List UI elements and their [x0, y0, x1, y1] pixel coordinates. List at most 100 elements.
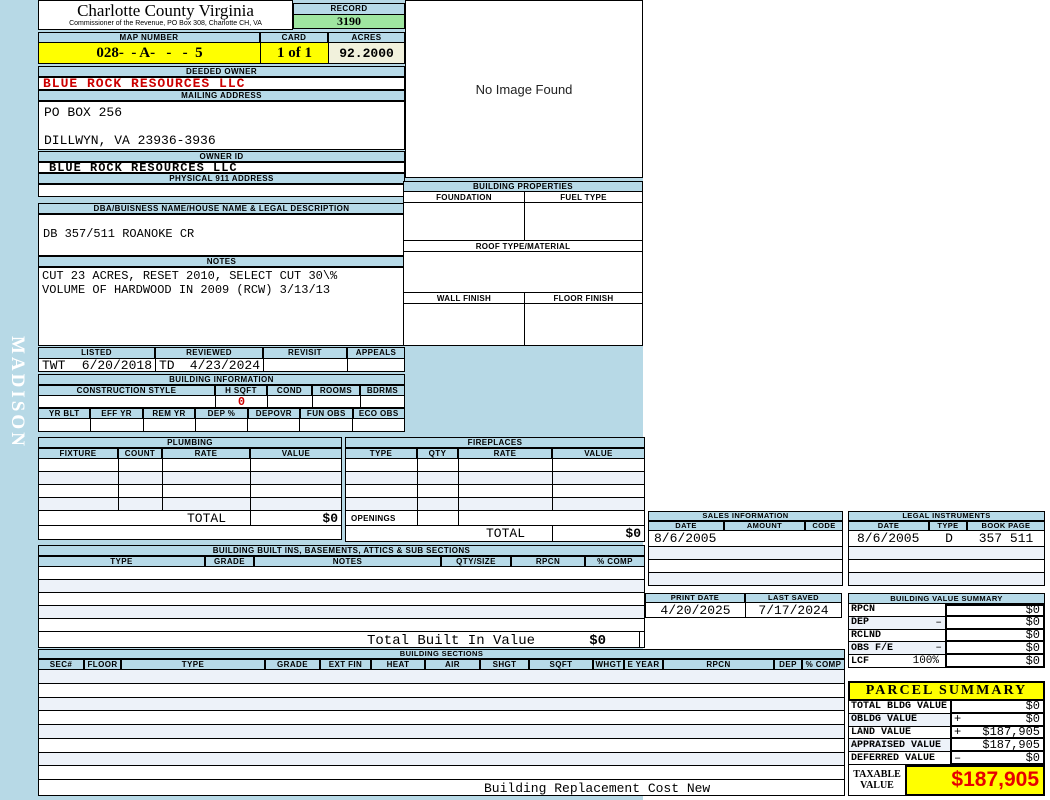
rem-yr-header: REM YR [142, 408, 196, 419]
empty-cell [248, 419, 301, 431]
plumbing-row [39, 498, 341, 511]
empty-cell [346, 459, 418, 471]
plumbing-total-label: TOTAL [163, 511, 251, 525]
built-ins-col-rpcn: RPCN [511, 556, 585, 567]
empty-cell [206, 619, 255, 631]
built-ins-row [39, 580, 644, 593]
built-ins-row [39, 593, 644, 606]
taxable-label-line: VALUE [860, 779, 894, 791]
construction-style-value [39, 396, 216, 407]
bdrms-header: BDRMS [360, 385, 405, 396]
empty-cell [418, 472, 459, 484]
empty-cell [39, 619, 206, 631]
empty-cell [586, 606, 644, 618]
bs-col-shgt: SHGT [480, 659, 529, 670]
empty-cell [206, 580, 255, 592]
empty-cell [553, 511, 644, 525]
sales-information-table: SALES INFORMATION DATE AMOUNT CODE 8/6/2… [648, 511, 843, 586]
fireplaces-col-qty: QTY [417, 448, 458, 459]
empty-cell [119, 472, 163, 484]
legal-col-date: DATE [848, 521, 929, 531]
parcel-value: $0 [1025, 750, 1040, 765]
empty-cell [163, 472, 251, 484]
fireplaces-col-value: VALUE [552, 448, 645, 459]
county-subtitle: Commissioner of the Revenue, PO Box 308,… [69, 20, 262, 27]
fireplaces-row [346, 472, 644, 485]
bvs-label: RCLND [851, 629, 882, 641]
construction-style-header: CONSTRUCTION STYLE [38, 385, 215, 396]
eff-yr-header: EFF YR [90, 408, 143, 419]
bs-col-grade: GRADE [265, 659, 320, 670]
listed-date: 6/20/2018 [81, 359, 152, 371]
sales-col-amount: AMOUNT [724, 521, 805, 531]
card-value: 1 of 1 [261, 43, 329, 63]
plumbing-row [39, 485, 341, 498]
sales-information-title: SALES INFORMATION [648, 511, 843, 521]
empty-cell [39, 459, 119, 471]
legal-instruments-title: LEGAL INSTRUMENTS [848, 511, 1045, 521]
eco-obs-header: ECO OBS [352, 408, 405, 419]
empty-cell [418, 511, 459, 525]
bvs-op: – [935, 642, 942, 655]
empty-cell [512, 593, 586, 605]
parcel-label: TOTAL BLDG VALUE [848, 701, 950, 714]
mailing-address-box: PO BOX 256 DILLWYN, VA 23936-3936 [38, 101, 405, 150]
taxable-value: $187,905 [905, 764, 1045, 796]
empty-cell [144, 419, 196, 431]
empty-cell [346, 485, 418, 497]
print-info-table: PRINT DATE LAST SAVED 4/20/2025 7/17/202… [645, 593, 842, 618]
empty-row [38, 526, 342, 540]
bdrms-value [361, 396, 404, 407]
empty-cell [39, 419, 92, 431]
bvs-row-rclnd: RCLND $0 [848, 628, 1045, 643]
fireplaces-col-type: TYPE [345, 448, 417, 459]
parcel-label: DEFERRED VALUE [848, 752, 950, 765]
bs-col-eyear: E YEAR [624, 659, 663, 670]
listed-by: TWT [42, 359, 66, 371]
empty-cell [39, 498, 119, 510]
empty-cell [251, 472, 341, 484]
empty-cell [346, 526, 459, 541]
cond-header: COND [267, 385, 312, 396]
legal-instruments-table: LEGAL INSTRUMENTS DATE TYPE BOOK PAGE 8/… [848, 511, 1045, 586]
foundation-value [404, 203, 525, 240]
bs-col-air: AIR [425, 659, 480, 670]
empty-cell [442, 619, 512, 631]
sales-row: 8/6/2005 [648, 531, 843, 547]
plumbing-col-value: VALUE [250, 448, 342, 459]
physical-911-header: PHYSICAL 911 ADDRESS [38, 173, 405, 184]
notes-line: VOLUME OF HARDWOOD IN 2009 (RCW) 3/13/13 [42, 283, 331, 297]
empty-cell [255, 593, 442, 605]
parcel-op: + [954, 725, 962, 739]
empty-cell [512, 580, 586, 592]
built-ins-col-type: TYPE [38, 556, 205, 567]
fireplaces-col-rate: RATE [458, 448, 552, 459]
empty-cell [255, 606, 442, 618]
bs-col-comp: % COMP [802, 659, 845, 670]
rooms-value [313, 396, 361, 407]
bs-col-whgt: WHGT [593, 659, 624, 670]
empty-cell [39, 485, 119, 497]
card-label: CARD [260, 32, 328, 43]
empty-cell [553, 498, 644, 510]
map-card-acres-table: MAP NUMBER CARD ACRES 028- - A- - - 5 1 … [38, 32, 405, 64]
fireplaces-title: FIREPLACES [345, 437, 645, 448]
empty-cell [255, 567, 442, 579]
plumbing-row [39, 472, 341, 485]
fireplaces-row [346, 459, 644, 472]
empty-cell [346, 498, 418, 510]
revisit-value [264, 359, 348, 371]
empty-cell [119, 459, 163, 471]
fun-obs-header: FUN OBS [300, 408, 353, 419]
roof-header: ROOF TYPE/MATERIAL [403, 241, 643, 252]
building-section-row [39, 752, 844, 767]
taxable-value-label: TAXABLE VALUE [848, 764, 905, 796]
legal-col-book-page: BOOK PAGE [967, 521, 1045, 531]
legal-row [849, 547, 1044, 560]
appeals-header: APPEALS [347, 347, 405, 359]
empty-cell [459, 472, 553, 484]
fireplaces-row [346, 485, 644, 498]
legal-col-type: TYPE [929, 521, 967, 531]
bs-col-sqft: SQFT [529, 659, 593, 670]
fireplaces-row [346, 498, 644, 511]
